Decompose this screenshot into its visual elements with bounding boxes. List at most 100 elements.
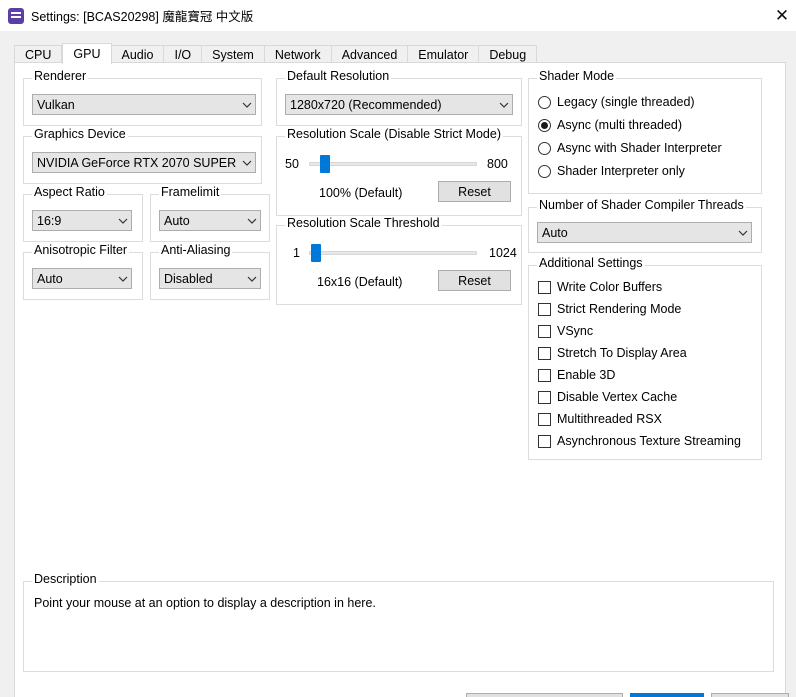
- framelimit-value: Auto: [164, 213, 190, 228]
- graphics-device-group: Graphics Device NVIDIA GeForce RTX 2070 …: [23, 127, 262, 184]
- chevron-down-icon: [115, 269, 131, 288]
- description-text: Point your mouse at an option to display…: [34, 596, 376, 610]
- chevron-down-icon: [239, 95, 255, 114]
- checkbox-indicator: [538, 434, 551, 448]
- tab-advanced[interactable]: Advanced: [331, 45, 409, 63]
- radio-indicator: [538, 95, 551, 109]
- footer-button[interactable]: [711, 693, 789, 697]
- multithreaded-rsx-checkbox[interactable]: Multithreaded RSX: [538, 412, 662, 426]
- tab-emulator[interactable]: Emulator: [408, 45, 480, 63]
- stretch-to-display-area-checkbox[interactable]: Stretch To Display Area: [538, 346, 687, 360]
- resolution-threshold-max-label: 1024: [489, 246, 517, 260]
- anisotropic-filter-group: Anisotropic Filter Auto: [23, 243, 143, 300]
- radio-label: Async with Shader Interpreter: [557, 141, 722, 155]
- footer-button[interactable]: [466, 693, 623, 697]
- resolution-threshold-reset-button[interactable]: Reset: [438, 270, 511, 291]
- checkbox-label: Asynchronous Texture Streaming: [557, 434, 741, 448]
- resolution-scale-value-text: 100% (Default): [319, 186, 403, 200]
- chevron-down-icon: [244, 211, 260, 230]
- strict-rendering-mode-checkbox[interactable]: Strict Rendering Mode: [538, 302, 681, 316]
- app-icon: [8, 7, 24, 24]
- anti-aliasing-select[interactable]: Disabled: [159, 268, 261, 289]
- checkbox-indicator: [538, 390, 551, 404]
- resolution-scale-min-label: 50: [285, 157, 299, 171]
- resolution-scale-max-label: 800: [487, 157, 508, 171]
- shader-mode-interpreter-only-radio[interactable]: Shader Interpreter only: [538, 164, 685, 178]
- chevron-down-icon: [496, 95, 512, 114]
- checkbox-indicator: [538, 324, 551, 338]
- tab-debug[interactable]: Debug: [479, 45, 538, 63]
- tab-audio[interactable]: Audio: [111, 45, 165, 63]
- chevron-down-icon: [115, 211, 131, 230]
- shader-mode-async-radio[interactable]: Async (multi threaded): [538, 118, 682, 132]
- renderer-value: Vulkan: [37, 97, 75, 112]
- default-resolution-group-title: Default Resolution: [285, 69, 392, 83]
- framelimit-select[interactable]: Auto: [159, 210, 261, 231]
- shader-compiler-threads-group: Number of Shader Compiler Threads Auto: [528, 198, 762, 253]
- resolution-scale-reset-button[interactable]: Reset: [438, 181, 511, 202]
- resolution-scale-group-title: Resolution Scale (Disable Strict Mode): [285, 127, 503, 141]
- default-resolution-group: Default Resolution 1280x720 (Recommended…: [276, 69, 522, 126]
- graphics-device-group-title: Graphics Device: [32, 127, 128, 141]
- graphics-device-value: NVIDIA GeForce RTX 2070 SUPER: [37, 155, 237, 170]
- checkbox-label: VSync: [557, 324, 594, 338]
- resolution-scale-group: Resolution Scale (Disable Strict Mode) 5…: [276, 127, 522, 216]
- tab-network[interactable]: Network: [264, 45, 332, 63]
- tab-gpu[interactable]: GPU: [62, 43, 112, 64]
- resolution-threshold-slider[interactable]: [309, 242, 477, 264]
- checkbox-label: Disable Vertex Cache: [557, 390, 678, 404]
- checkbox-indicator: [538, 346, 551, 360]
- radio-label: Shader Interpreter only: [557, 164, 685, 178]
- renderer-select[interactable]: Vulkan: [32, 94, 256, 115]
- window-title: Settings: [BCAS20298] 魔龍寶冠 中文版: [31, 10, 254, 24]
- additional-settings-group: Additional Settings Write Color Buffers …: [528, 256, 762, 460]
- footer-primary-button[interactable]: [630, 693, 704, 697]
- shader-compiler-threads-group-title: Number of Shader Compiler Threads: [537, 198, 746, 212]
- radio-label: Legacy (single threaded): [557, 95, 695, 109]
- tab-cpu[interactable]: CPU: [14, 45, 63, 63]
- slider-thumb[interactable]: [320, 155, 330, 173]
- anisotropic-filter-select[interactable]: Auto: [32, 268, 132, 289]
- checkbox-indicator: [538, 280, 551, 294]
- vsync-checkbox[interactable]: VSync: [538, 324, 593, 338]
- shader-mode-legacy-radio[interactable]: Legacy (single threaded): [538, 95, 695, 109]
- chevron-down-icon: [239, 153, 255, 172]
- resolution-threshold-value-text: 16x16 (Default): [317, 275, 403, 289]
- graphics-device-select[interactable]: NVIDIA GeForce RTX 2070 SUPER: [32, 152, 256, 173]
- checkbox-label: Stretch To Display Area: [557, 346, 687, 360]
- chevron-down-icon: [244, 269, 260, 288]
- radio-indicator: [538, 141, 551, 155]
- aspect-ratio-value: 16:9: [37, 213, 62, 228]
- slider-track: [309, 251, 477, 255]
- aspect-ratio-select[interactable]: 16:9: [32, 210, 132, 231]
- async-texture-streaming-checkbox[interactable]: Asynchronous Texture Streaming: [538, 434, 741, 448]
- shader-mode-group-title: Shader Mode: [537, 69, 617, 83]
- checkbox-label: Multithreaded RSX: [557, 412, 662, 426]
- chevron-down-icon: [735, 223, 751, 242]
- anisotropic-filter-value: Auto: [37, 271, 63, 286]
- anisotropic-filter-group-title: Anisotropic Filter: [32, 243, 130, 257]
- resolution-scale-slider[interactable]: [309, 153, 477, 175]
- tab-system[interactable]: System: [202, 45, 265, 63]
- anti-aliasing-group: Anti-Aliasing Disabled: [150, 243, 270, 300]
- radio-indicator: [538, 118, 551, 132]
- aspect-ratio-group: Aspect Ratio 16:9: [23, 185, 143, 242]
- checkbox-label: Strict Rendering Mode: [557, 302, 682, 316]
- close-button[interactable]: ✕: [768, 0, 796, 31]
- tab-io[interactable]: I/O: [164, 45, 203, 63]
- slider-track: [309, 162, 477, 166]
- slider-thumb[interactable]: [311, 244, 321, 262]
- enable-3d-checkbox[interactable]: Enable 3D: [538, 368, 615, 382]
- description-group-title: Description: [32, 572, 99, 586]
- checkbox-indicator: [538, 302, 551, 316]
- disable-vertex-cache-checkbox[interactable]: Disable Vertex Cache: [538, 390, 677, 404]
- shader-mode-async-interpreter-radio[interactable]: Async with Shader Interpreter: [538, 141, 722, 155]
- shader-compiler-threads-select[interactable]: Auto: [537, 222, 752, 243]
- resolution-scale-threshold-group: Resolution Scale Threshold 1 1024 16x16 …: [276, 216, 522, 305]
- additional-settings-group-title: Additional Settings: [537, 256, 645, 270]
- anti-aliasing-value: Disabled: [164, 271, 213, 286]
- checkbox-indicator: [538, 412, 551, 426]
- default-resolution-select[interactable]: 1280x720 (Recommended): [285, 94, 513, 115]
- write-color-buffers-checkbox[interactable]: Write Color Buffers: [538, 280, 662, 294]
- gpu-tab-pane: Renderer Vulkan Graphics Device NVIDIA G…: [14, 62, 786, 697]
